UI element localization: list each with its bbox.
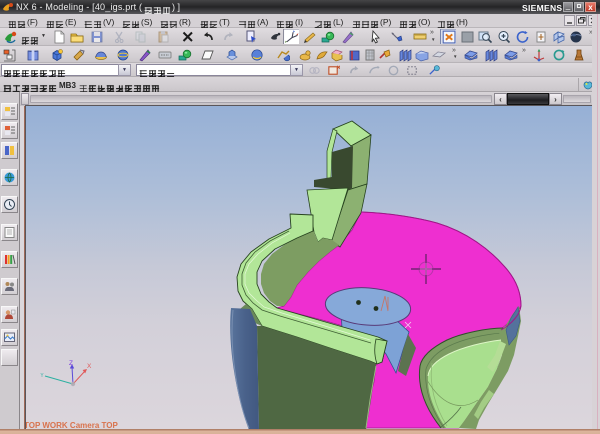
svg-text:X: X [87,363,92,370]
svg-text:Y: Y [40,373,44,379]
svg-text:Z: Z [69,360,73,367]
svg-text:TOP WORK Camera TOP: TOP WORK Camera TOP [26,421,118,429]
